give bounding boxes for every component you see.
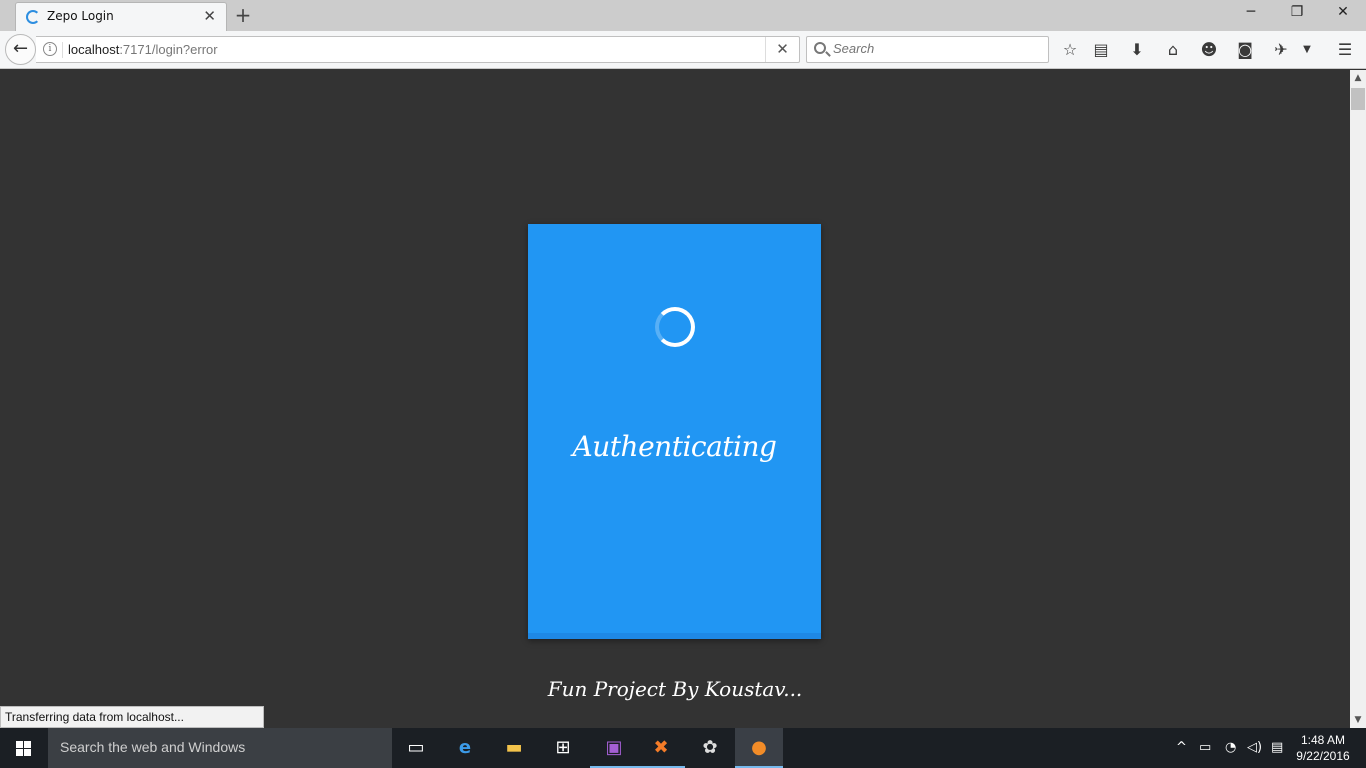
edge-browser-icon[interactable]: e	[441, 728, 489, 768]
loading-spinner-icon	[655, 307, 695, 347]
search-input[interactable]	[833, 41, 1033, 56]
scroll-up-icon[interactable]: ▲	[1350, 70, 1366, 86]
navigation-toolbar: ← i localhost:7171/login?error ✕ ☆ ▤ ⬇ ⌂…	[0, 31, 1366, 69]
loading-favicon-icon	[26, 10, 40, 24]
minimize-button[interactable]: ─	[1236, 4, 1266, 20]
pocket-icon[interactable]: ◙	[1234, 39, 1256, 61]
taskbar-search-placeholder: Search the web and Windows	[60, 739, 246, 755]
store-icon[interactable]: ⊞	[539, 728, 587, 768]
search-bar[interactable]	[806, 36, 1049, 63]
taskbar-clock[interactable]: 1:48 AM 9/22/2016	[1293, 732, 1353, 764]
url-host: localhost	[68, 42, 120, 57]
wifi-icon[interactable]: ◔	[1225, 740, 1236, 755]
close-window-button[interactable]: ✕	[1328, 4, 1358, 20]
windows-taskbar: Search the web and Windows ▭ e ▬ ⊞ ▣ ✖ ✿…	[0, 728, 1366, 768]
volume-icon[interactable]: ◁)	[1247, 740, 1262, 755]
scroll-down-icon[interactable]: ▼	[1350, 712, 1366, 728]
battery-icon[interactable]: ▭	[1199, 740, 1211, 755]
url-path: :7171/login?error	[119, 42, 218, 57]
xampp-icon[interactable]: ✖	[637, 728, 685, 768]
card-bottom-edge	[528, 633, 821, 639]
reading-list-icon[interactable]: ▤	[1090, 39, 1112, 61]
stop-loading-icon[interactable]: ✕	[765, 37, 799, 62]
search-icon	[814, 42, 826, 54]
new-tab-button[interactable]: +	[233, 3, 253, 27]
clock-time: 1:48 AM	[1300, 733, 1346, 747]
clock-date: 9/22/2016	[1296, 749, 1350, 763]
start-button[interactable]	[0, 728, 48, 768]
menu-hamburger-icon[interactable]: ☰	[1334, 39, 1356, 61]
bookmark-star-icon[interactable]: ☆	[1059, 39, 1081, 61]
auth-card: Authenticating	[528, 224, 821, 639]
site-info-icon[interactable]: i	[43, 42, 57, 56]
tab-close-icon[interactable]: ✕	[203, 7, 216, 25]
extension-icon[interactable]: ✈	[1270, 39, 1292, 61]
url-text[interactable]: localhost:7171/login?error	[68, 42, 218, 57]
windows-logo-icon	[16, 741, 32, 756]
back-button[interactable]: ←	[5, 34, 36, 65]
file-explorer-icon[interactable]: ▬	[490, 728, 538, 768]
divider	[62, 42, 63, 58]
home-icon[interactable]: ⌂	[1162, 39, 1184, 61]
tab-title: Zepo Login	[47, 9, 114, 23]
authenticating-label: Authenticating	[572, 430, 777, 463]
footer-credit: Fun Project By Koustav...	[547, 677, 803, 701]
java-ee-ide-icon[interactable]: ▣	[590, 728, 638, 768]
address-bar[interactable]: i localhost:7171/login?error ✕	[36, 36, 800, 63]
hello-chat-icon[interactable]: ☻	[1198, 39, 1220, 61]
status-bar: Transferring data from localhost...	[0, 706, 264, 728]
action-center-icon[interactable]: ▤	[1271, 740, 1283, 755]
tab-strip: Zepo Login ✕ + ─ ❐ ✕	[0, 0, 1366, 31]
restore-button[interactable]: ❐	[1282, 4, 1312, 20]
chevron-down-icon[interactable]: ▼	[1296, 39, 1318, 61]
paint-app-icon[interactable]: ✿	[686, 728, 734, 768]
scroll-thumb[interactable]	[1351, 88, 1365, 110]
downloads-icon[interactable]: ⬇	[1126, 39, 1148, 61]
browser-tab[interactable]: Zepo Login ✕	[15, 2, 227, 31]
show-hidden-icons-chevron-icon[interactable]: ^	[1176, 740, 1187, 755]
firefox-icon[interactable]: ●	[735, 728, 783, 768]
taskbar-search-box[interactable]: Search the web and Windows	[48, 728, 392, 768]
task-view-icon[interactable]: ▭	[392, 728, 440, 768]
page-viewport: Authenticating Fun Project By Koustav...	[0, 70, 1350, 728]
vertical-scrollbar[interactable]: ▲ ▼	[1350, 70, 1366, 728]
